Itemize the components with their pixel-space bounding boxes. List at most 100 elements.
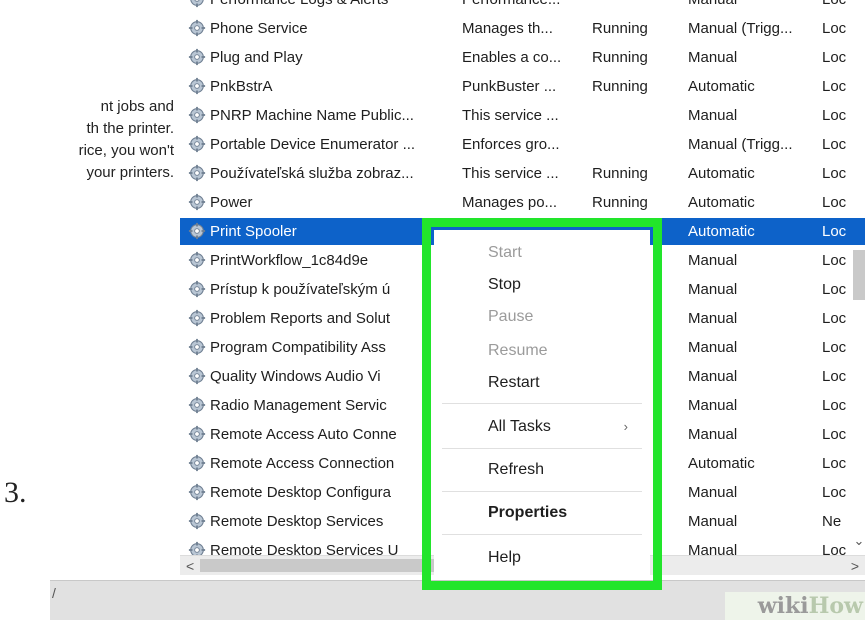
service-description: PunkBuster ...: [462, 78, 557, 95]
service-name: Performance Logs & Alerts: [210, 0, 460, 13]
service-name: PNRP Machine Name Public...: [210, 107, 414, 124]
service-gear-icon: [188, 44, 210, 71]
service-gear-icon: [188, 305, 210, 332]
service-logon-as: Loc: [822, 368, 847, 385]
service-logon-as: Loc: [822, 136, 847, 153]
service-row[interactable]: Performance Logs & AlertsPerformance... M…: [50, 0, 865, 13]
menu-separator: [442, 448, 642, 449]
service-logon-as: Loc: [822, 455, 847, 472]
menu-item-refresh[interactable]: Refresh: [434, 453, 650, 487]
service-name: Plug and Play: [210, 49, 303, 66]
service-row[interactable]: Power Manages po... Running Automatic Loc: [50, 189, 865, 216]
service-row[interactable]: Plug and Play Enables a co... Running Manua…: [50, 44, 865, 71]
service-gear-icon: [188, 160, 210, 187]
service-status: Running: [592, 194, 648, 211]
service-logon-as: Loc: [822, 484, 847, 501]
service-gear-icon: [188, 0, 210, 13]
service-gear-icon: [188, 218, 210, 245]
service-row[interactable]: Phone Service Manages th... Running Manual …: [50, 15, 865, 42]
service-status: [592, 0, 684, 13]
service-gear-icon: [188, 131, 210, 158]
scroll-left-icon[interactable]: <: [186, 556, 194, 576]
service-startup-type: Manual (Trigg...: [688, 20, 793, 37]
service-gear-icon: [188, 247, 210, 274]
service-status: Running: [592, 20, 648, 37]
service-startup-type: Manual: [688, 339, 738, 356]
service-logon-as: Loc: [822, 194, 847, 211]
service-logon-as: Loc: [822, 339, 847, 356]
service-startup-type: Manual: [688, 368, 738, 385]
service-name: Power: [210, 194, 253, 211]
menu-item-all-tasks[interactable]: All Tasks ›: [434, 410, 650, 444]
menu-item-restart[interactable]: Restart: [434, 366, 650, 400]
service-description: Manages th...: [462, 20, 553, 37]
service-startup-type: Manual: [688, 252, 738, 269]
service-startup-type: Manual: [688, 107, 738, 124]
service-startup-type: Manual: [688, 49, 738, 66]
menu-separator: [442, 491, 642, 492]
service-logon-as: Ne: [822, 513, 842, 530]
service-startup-type: Manual: [688, 281, 738, 298]
service-gear-icon: [188, 508, 210, 535]
service-status: Running: [592, 165, 648, 182]
service-row[interactable]: Portable Device Enumerator ... Enforces g…: [50, 131, 865, 158]
service-description: Enforces gro...: [462, 136, 560, 153]
service-gear-icon: [188, 73, 210, 100]
service-row[interactable]: PNRP Machine Name Public... This service …: [50, 102, 865, 129]
menu-item-start[interactable]: Start: [434, 236, 650, 270]
service-logon-as: Loc: [822, 49, 847, 66]
service-gear-icon: [188, 102, 210, 129]
service-row[interactable]: PnkBstrA PunkBuster ... Running Automatic Lo…: [50, 73, 865, 100]
service-name: Používateľská služba zobraz...: [210, 165, 414, 182]
menu-separator: [442, 403, 642, 404]
service-logon-as: Loc: [822, 107, 847, 124]
vertical-scrollbar-thumb[interactable]: [853, 250, 865, 300]
service-gear-icon: [188, 421, 210, 448]
services-window: nt jobs and th the printer. rice, you wo…: [50, 0, 865, 620]
service-description: Enables a co...: [462, 49, 562, 66]
service-logon-as: Loc: [822, 223, 847, 240]
menu-item-stop[interactable]: Stop: [434, 268, 650, 302]
watermark-how: How: [808, 593, 863, 619]
service-description: Manages po...: [462, 194, 558, 211]
watermark-wiki: wiki: [757, 593, 809, 619]
menu-item-pause[interactable]: Pause: [434, 300, 650, 334]
service-logon-as: Loc: [822, 20, 847, 37]
service-startup-type: Automatic: [688, 223, 755, 240]
service-description: Performance...: [462, 0, 586, 13]
service-logon-as: Loc: [822, 78, 847, 95]
service-gear-icon: [188, 15, 210, 42]
service-logon-as: Loc: [822, 426, 847, 443]
service-name: PnkBstrA: [210, 78, 273, 95]
service-startup-type: Manual: [688, 484, 738, 501]
wikihow-watermark: wikiHow: [725, 592, 865, 620]
service-startup-type: Manual: [688, 426, 738, 443]
chevron-right-icon: ›: [623, 419, 628, 434]
service-startup-type: Manual: [688, 513, 738, 530]
service-row[interactable]: Používateľská služba zobraz... This servi…: [50, 160, 865, 187]
service-startup-type: Automatic: [688, 455, 755, 472]
scroll-down-icon[interactable]: ⌄: [853, 533, 865, 549]
service-status: [592, 131, 684, 158]
menu-item-properties[interactable]: Properties: [434, 496, 650, 530]
service-status: Running: [592, 49, 648, 66]
service-status: Running: [592, 78, 648, 95]
service-logon-as: Loc: [822, 165, 847, 182]
service-startup-type: Automatic: [688, 78, 755, 95]
menu-item-all-tasks-label: All Tasks: [488, 418, 551, 435]
service-name: Portable Device Enumerator ...: [210, 136, 416, 153]
service-gear-icon: [188, 276, 210, 303]
service-description: This service ...: [462, 107, 559, 124]
context-menu: Start Stop Pause Resume Restart All Task…: [434, 230, 650, 578]
service-gear-icon: [188, 450, 210, 477]
service-description: This service ...: [462, 165, 559, 182]
menu-item-help[interactable]: Help: [434, 541, 650, 575]
status-bar-separator: /: [52, 585, 56, 601]
service-gear-icon: [188, 479, 210, 506]
scroll-right-icon[interactable]: >: [851, 556, 859, 576]
service-logon-as: Loc: [822, 397, 847, 414]
menu-separator: [442, 534, 642, 535]
step-number: 3.: [4, 476, 27, 509]
menu-item-resume[interactable]: Resume: [434, 334, 650, 368]
service-startup-type: Manual: [688, 0, 818, 13]
